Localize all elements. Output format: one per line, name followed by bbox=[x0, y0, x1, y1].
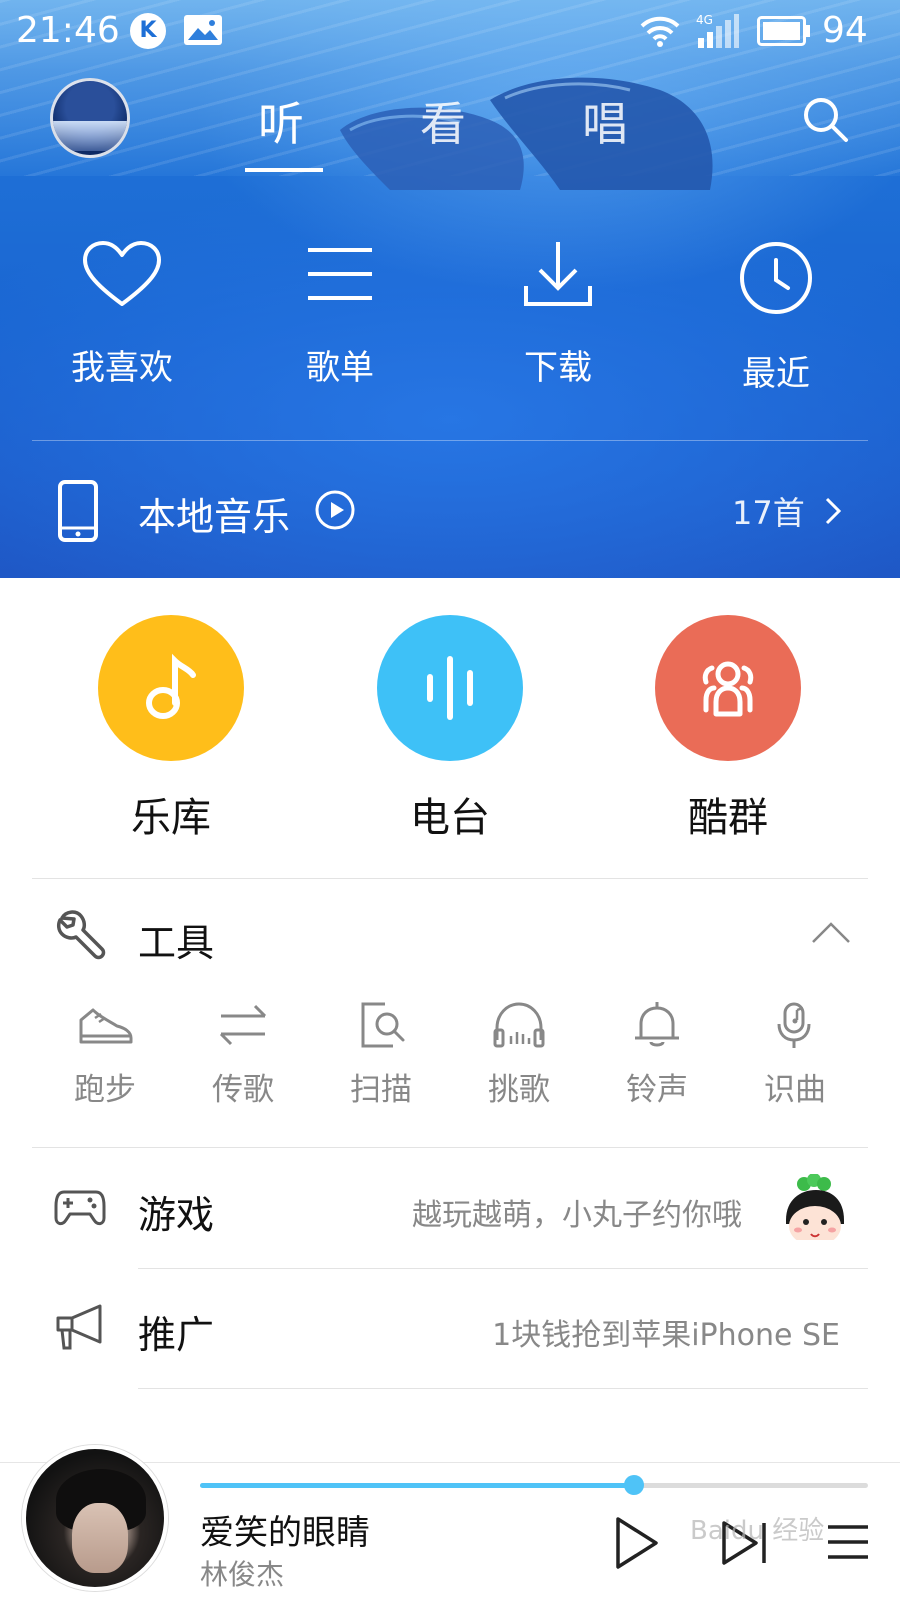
tab-listen[interactable]: 听 bbox=[258, 88, 304, 154]
progress-knob[interactable] bbox=[624, 1475, 645, 1495]
user-avatar[interactable] bbox=[50, 78, 130, 158]
tool-run[interactable]: 跑步 bbox=[36, 1000, 174, 1109]
playlist-queue-icon[interactable] bbox=[826, 1523, 870, 1561]
feature-radio[interactable]: 电台 bbox=[360, 615, 540, 843]
song-title: 爱笑的眼睛 bbox=[200, 1513, 370, 1553]
headphones-icon bbox=[493, 1002, 545, 1048]
local-music-row[interactable]: 本地音乐 17首 bbox=[0, 460, 900, 560]
tool-label: 挑歌 bbox=[488, 1072, 550, 1108]
tool-label: 铃声 bbox=[626, 1072, 688, 1108]
feature-label: 乐库 bbox=[131, 795, 211, 841]
tool-label: 扫描 bbox=[350, 1072, 412, 1108]
maruko-mascot-icon bbox=[786, 1174, 844, 1250]
signal-icon: 4G bbox=[696, 13, 739, 48]
quick-favorites[interactable]: 我喜欢 bbox=[22, 240, 222, 389]
tool-ringtone[interactable]: 铃声 bbox=[588, 1000, 726, 1109]
wrench-icon bbox=[56, 910, 106, 960]
megaphone-icon bbox=[56, 1304, 102, 1350]
quick-playlists[interactable]: 歌单 bbox=[240, 240, 440, 389]
games-row[interactable]: 游戏 越玩越萌，小丸子约你哦 bbox=[0, 1150, 900, 1268]
watermark-text: Baidu 经验 bbox=[690, 1516, 825, 1546]
playlist-icon bbox=[308, 248, 372, 300]
phone-icon bbox=[58, 480, 98, 542]
tools-title: 工具 bbox=[138, 921, 215, 965]
clock-icon bbox=[740, 242, 812, 314]
progress-fill bbox=[200, 1483, 635, 1488]
tool-pick-songs[interactable]: 挑歌 bbox=[450, 1000, 588, 1109]
promotion-desc: 1块钱抢到苹果iPhone SE bbox=[492, 1318, 840, 1353]
group-icon bbox=[702, 661, 754, 717]
quick-recent[interactable]: 最近 bbox=[676, 240, 876, 395]
status-bar: 21:46 K 4G 94 bbox=[0, 0, 900, 64]
tab-watch[interactable]: 看 bbox=[420, 88, 466, 154]
battery-level: 94 bbox=[822, 10, 868, 51]
cover-art-face bbox=[72, 1503, 128, 1573]
gallery-icon bbox=[184, 15, 222, 45]
quick-downloads[interactable]: 下载 bbox=[458, 240, 658, 389]
kuwo-k-icon: K bbox=[130, 13, 166, 49]
download-icon bbox=[524, 242, 592, 306]
tools-grid: 跑步 传歌 扫描 挑歌 铃声 识曲 bbox=[36, 1000, 864, 1110]
network-type: 4G bbox=[696, 13, 713, 27]
tool-label: 传歌 bbox=[212, 1072, 274, 1108]
section-divider bbox=[32, 878, 868, 879]
promotion-row[interactable]: 推广 1块钱抢到苹果iPhone SE bbox=[0, 1270, 900, 1388]
sound-wave-icon bbox=[427, 656, 473, 720]
mic-music-icon bbox=[777, 1002, 811, 1048]
tool-label: 识曲 bbox=[764, 1072, 826, 1108]
feature-group[interactable]: 酷群 bbox=[638, 615, 818, 843]
chevron-up-icon[interactable] bbox=[810, 920, 852, 946]
promotion-title: 推广 bbox=[138, 1313, 215, 1357]
play-icon[interactable] bbox=[612, 1515, 660, 1571]
feature-row: 乐库 电台 酷群 bbox=[0, 615, 900, 845]
tool-scan[interactable]: 扫描 bbox=[312, 1000, 450, 1109]
quick-actions: 我喜欢 歌单 下载 最近 bbox=[0, 240, 900, 400]
feature-library[interactable]: 乐库 bbox=[81, 615, 261, 843]
top-nav: 听 看 唱 bbox=[0, 70, 900, 180]
play-circle-icon[interactable] bbox=[314, 489, 356, 531]
heart-icon bbox=[83, 241, 161, 306]
chevron-right-icon bbox=[825, 497, 842, 525]
row-divider bbox=[138, 1388, 868, 1389]
bell-icon bbox=[635, 1002, 679, 1047]
sneaker-icon bbox=[79, 1008, 133, 1044]
status-time: 21:46 bbox=[16, 10, 120, 51]
hero-divider bbox=[32, 440, 868, 441]
tool-identify-song[interactable]: 识曲 bbox=[726, 1000, 864, 1109]
battery-icon bbox=[757, 16, 810, 46]
wifi-icon bbox=[640, 16, 680, 47]
gamepad-icon bbox=[54, 1190, 106, 1226]
games-title: 游戏 bbox=[138, 1193, 215, 1237]
section-divider bbox=[32, 1147, 868, 1148]
tool-label: 跑步 bbox=[74, 1072, 136, 1108]
library-circle bbox=[98, 615, 244, 761]
quick-label: 我喜欢 bbox=[71, 348, 173, 388]
tab-sing[interactable]: 唱 bbox=[582, 88, 628, 154]
feature-label: 酷群 bbox=[688, 795, 768, 841]
local-music-count: 17首 bbox=[732, 494, 805, 532]
quick-label: 下载 bbox=[524, 348, 592, 388]
transfer-icon bbox=[219, 1004, 267, 1046]
row-divider bbox=[138, 1268, 868, 1269]
artist-name: 林俊杰 bbox=[200, 1558, 285, 1591]
header-banner: 21:46 K 4G 94 听 看 唱 我喜欢 歌单 下载 最近 本地音乐 17… bbox=[0, 0, 900, 578]
scan-icon bbox=[361, 1002, 405, 1048]
tools-header[interactable]: 工具 bbox=[0, 898, 900, 978]
search-icon[interactable] bbox=[800, 94, 850, 144]
group-circle bbox=[655, 615, 801, 761]
quick-label: 最近 bbox=[742, 354, 810, 394]
tool-transfer[interactable]: 传歌 bbox=[174, 1000, 312, 1109]
music-note-icon bbox=[146, 653, 196, 719]
games-desc: 越玩越萌，小丸子约你哦 bbox=[412, 1198, 742, 1233]
active-tab-indicator bbox=[245, 168, 323, 172]
album-cover[interactable] bbox=[22, 1445, 168, 1591]
feature-label: 电台 bbox=[410, 795, 490, 841]
quick-label: 歌单 bbox=[306, 348, 374, 388]
radio-circle bbox=[377, 615, 523, 761]
local-music-title: 本地音乐 bbox=[138, 495, 291, 539]
